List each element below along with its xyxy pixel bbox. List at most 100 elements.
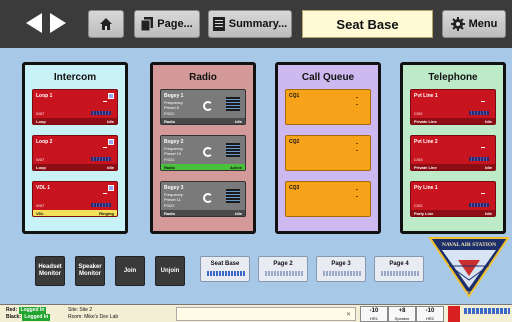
card-type: Loop <box>36 164 46 170</box>
seal-text: NAVAL AIR STATION <box>442 242 496 248</box>
card-state: Idle <box>485 164 492 170</box>
speaker-monitor-button[interactable]: Speaker Monitor <box>75 256 105 286</box>
vu-meter <box>226 143 240 157</box>
headset-monitor-button[interactable]: Headset Monitor <box>35 256 65 286</box>
hr1-label: HR1 <box>369 316 378 321</box>
minus-icon <box>481 193 485 194</box>
level-meter <box>91 157 111 161</box>
volume-knob-icon <box>203 101 213 111</box>
hr1-volume[interactable]: -10 HR1 <box>360 306 388 322</box>
speaker-label: Speaker <box>394 316 410 321</box>
call-queue-cq3-card[interactable]: CQ3 <box>285 181 371 217</box>
card-state: Idle <box>235 210 242 216</box>
gear-icon <box>450 17 465 31</box>
telephone-pvt-line-1-card[interactable]: Pvt Line 1 C/02 Private Line Idle <box>410 89 496 125</box>
card-type: Radio <box>164 210 176 216</box>
page-tab-label: Page 3 <box>331 261 351 267</box>
card-name: Bogey 3 <box>164 185 184 191</box>
card-id: C/02 <box>414 203 423 208</box>
seat-title: Seat Base <box>302 10 433 38</box>
radio-title: Radio <box>189 72 217 83</box>
card-type: VDL <box>36 210 44 216</box>
intercom-title: Intercom <box>53 72 97 83</box>
intercom-panel: Intercom Loop 1 S/07 Loop Idle Loop 2 S/0… <box>22 62 128 234</box>
indicator-dot <box>356 150 358 151</box>
page-tab-seat-base[interactable]: Seat Base <box>200 256 250 282</box>
indicator-dot <box>356 97 358 98</box>
room-label: Room: Mike's Dev Lab <box>68 314 119 320</box>
page-button[interactable]: Page... <box>134 10 200 38</box>
vu-meter <box>226 97 240 111</box>
message-field[interactable]: ✕ <box>176 307 356 321</box>
card-name: Loop 1 <box>36 93 53 99</box>
clear-icon[interactable]: ✕ <box>346 311 351 318</box>
card-line2: Preset 19 <box>164 151 182 156</box>
home-button[interactable] <box>88 10 124 38</box>
card-type: Private Line <box>414 164 437 170</box>
naval-air-station-seal: NAVAL AIR STATION 1943 <box>428 237 510 298</box>
card-name: Bogey 1 <box>164 93 184 99</box>
indicator-dot <box>356 104 358 105</box>
microphone-icon[interactable] <box>448 306 460 322</box>
speaker-value: +8 <box>398 308 406 314</box>
hr1-value: -10 <box>369 308 379 314</box>
vu-meter <box>226 189 240 203</box>
minus-icon <box>481 147 485 148</box>
minus-icon <box>103 193 107 194</box>
card-id: P/022 <box>164 111 175 116</box>
radio-bogey-3-card[interactable]: Bogey 3 Frequency Preset 11 P/022 Radio I… <box>160 181 246 217</box>
home-icon <box>100 18 112 30</box>
summary-button[interactable]: Summary... <box>208 10 292 38</box>
card-id: S/07 <box>36 111 45 116</box>
level-meter <box>91 111 111 115</box>
summary-button-label: Summary... <box>228 18 288 30</box>
black-label: Black: <box>6 314 22 320</box>
card-line2: Preset 11 <box>164 197 181 202</box>
back-arrow-icon <box>26 13 42 33</box>
site-info: Site: Site 2 Room: Mike's Dev Lab <box>68 307 118 321</box>
telephone-pvt-line-2-card[interactable]: Pvt Line 2 C/03 Private Line Idle <box>410 135 496 171</box>
hr2-volume[interactable]: -10 HR2 <box>416 306 444 322</box>
page-tab-4[interactable]: Page 4 <box>374 256 424 282</box>
speaker-volume[interactable]: +8 Speaker <box>388 306 416 322</box>
radio-panel: Radio Bogey 1 Frequency Preset 5 P/022 R… <box>150 62 256 234</box>
menu-button-label: Menu <box>468 18 498 30</box>
intercom-vdl-1-card[interactable]: VDL 1 S/07 VDL Ringing <box>32 181 118 217</box>
minus-icon <box>103 147 107 148</box>
card-state: Idle <box>235 118 242 124</box>
page-tab-label: Page 2 <box>273 261 293 267</box>
page-indicator <box>265 271 303 276</box>
volume-knob-icon <box>203 147 213 157</box>
telephone-title: Telephone <box>428 72 478 83</box>
intercom-loop-2-card[interactable]: Loop 2 S/07 Loop Idle <box>32 135 118 171</box>
unjoin-button[interactable]: Unjoin <box>155 256 185 286</box>
radio-bogey-2-card[interactable]: Bogey 2 Frequency Preset 19 P/022 Radio A… <box>160 135 246 171</box>
card-name: CQ2 <box>289 139 300 145</box>
join-button[interactable]: Join <box>115 256 145 286</box>
card-state: Active <box>229 164 242 170</box>
telephone-pty-line-1-card[interactable]: Pty Line 1 C/02 Party Line Idle <box>410 181 496 217</box>
tag-icon <box>108 185 114 191</box>
page-tab-3[interactable]: Page 3 <box>316 256 366 282</box>
radio-bogey-1-card[interactable]: Bogey 1 Frequency Preset 5 P/022 Radio Id… <box>160 89 246 125</box>
call-queue-cq2-card[interactable]: CQ2 <box>285 135 371 171</box>
page-tab-2[interactable]: Page 2 <box>258 256 308 282</box>
level-meter <box>469 111 489 115</box>
card-id: C/03 <box>414 157 423 162</box>
call-queue-cq1-card[interactable]: CQ1 <box>285 89 371 125</box>
intercom-loop-1-card[interactable]: Loop 1 S/07 Loop Idle <box>32 89 118 125</box>
forward-arrow-button[interactable] <box>46 9 70 37</box>
level-meter <box>469 157 489 161</box>
card-id: P/022 <box>164 203 175 208</box>
menu-button[interactable]: Menu <box>442 10 506 38</box>
volume-knob-icon <box>203 193 213 203</box>
forward-arrow-icon <box>50 13 66 33</box>
telephone-panel: Telephone Pvt Line 1 C/02 Private Line Id… <box>400 62 506 234</box>
level-meter <box>469 203 489 207</box>
card-id: S/07 <box>36 157 45 162</box>
page-indicator <box>323 271 361 276</box>
card-type: Party Line <box>414 210 434 216</box>
page-button-label: Page... <box>157 18 193 30</box>
card-name: Loop 2 <box>36 139 53 145</box>
back-arrow-button[interactable] <box>22 9 46 37</box>
